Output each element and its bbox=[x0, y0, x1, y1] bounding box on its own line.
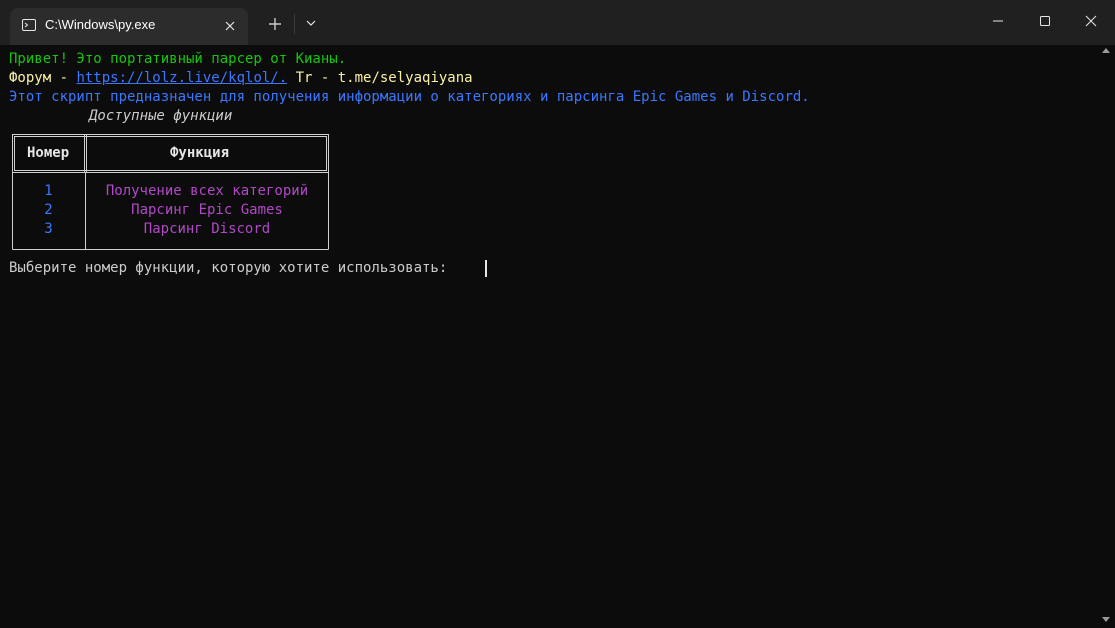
row-function: Получение всех категорий bbox=[105, 183, 309, 199]
header-number: Номер bbox=[27, 145, 70, 161]
vertical-scrollbar[interactable] bbox=[1098, 45, 1115, 628]
maximize-icon[interactable] bbox=[1038, 14, 1052, 28]
row-number: 2 bbox=[44, 202, 53, 218]
greeting-line: Привет! Это портативный парсер от Кианы. bbox=[9, 51, 347, 67]
window-close-icon[interactable] bbox=[1084, 14, 1098, 28]
forum-line: Форум - https://lolz.live/kqlol/. Tr - t… bbox=[9, 69, 473, 88]
scroll-up-icon[interactable] bbox=[1102, 47, 1110, 55]
terminal-output[interactable]: Привет! Это портативный парсер от Кианы.… bbox=[0, 45, 1098, 628]
telegram-text: Tr - t.me/selyaqiyana bbox=[287, 70, 473, 86]
scroll-down-icon[interactable] bbox=[1102, 615, 1110, 623]
tab-separator bbox=[294, 14, 295, 34]
functions-table: Номер Функция 1 Получение всех категорий… bbox=[12, 134, 329, 250]
description-line: Этот скрипт предназначен для получения и… bbox=[9, 89, 810, 105]
row-function: Парсинг Epic Games bbox=[131, 202, 283, 218]
row-number: 3 bbox=[44, 221, 53, 237]
header-function: Функция bbox=[170, 145, 230, 161]
title-bar: C:\Windows\py.exe bbox=[0, 0, 1115, 45]
row-number: 1 bbox=[44, 183, 53, 199]
minimize-icon[interactable] bbox=[991, 14, 1005, 28]
tab-active[interactable]: C:\Windows\py.exe bbox=[10, 8, 248, 45]
terminal-icon bbox=[22, 19, 36, 31]
tab-title: C:\Windows\py.exe bbox=[45, 17, 156, 32]
row-function: Парсинг Discord bbox=[143, 221, 271, 237]
table-caption: Доступные функции bbox=[89, 108, 233, 124]
forum-prefix: Форум - bbox=[9, 70, 77, 86]
text-cursor[interactable] bbox=[485, 260, 487, 277]
close-icon[interactable] bbox=[222, 18, 238, 34]
plus-icon[interactable] bbox=[266, 15, 284, 33]
chevron-down-icon[interactable] bbox=[304, 16, 318, 30]
forum-link[interactable]: https://lolz.live/kqlol/. bbox=[76, 70, 287, 86]
input-prompt: Выберите номер функции, которую хотите и… bbox=[9, 260, 456, 276]
